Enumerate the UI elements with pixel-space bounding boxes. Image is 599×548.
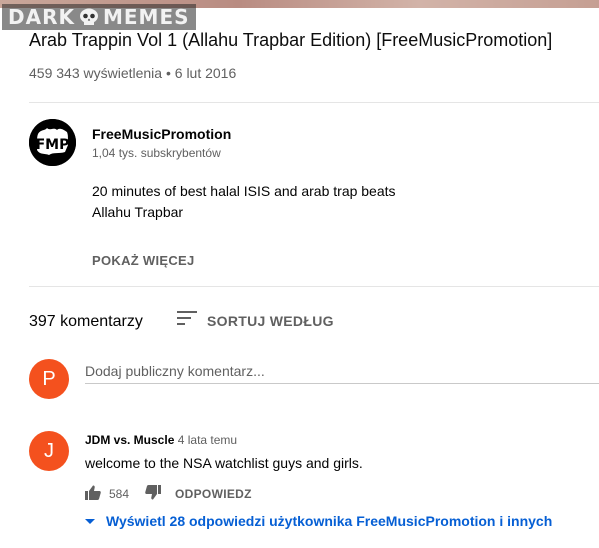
view-replies-label: Wyświetl 28 odpowiedzi użytkownika FreeM…: [106, 513, 553, 529]
divider: [29, 286, 599, 287]
show-more-button[interactable]: POKAŻ WIĘCEJ: [92, 253, 195, 268]
watermark-logo: DARK MEMES: [2, 4, 196, 30]
sort-label: SORTUJ WEDŁUG: [207, 312, 334, 329]
subscriber-count: 1,04 tys. subskrybentów: [92, 146, 221, 160]
video-meta: 459 343 wyświetlenia • 6 lut 2016: [29, 65, 237, 81]
reply-button[interactable]: ODPOWIEDZ: [175, 487, 252, 501]
description-line-2: Allahu Trapbar: [92, 204, 184, 220]
channel-name[interactable]: FreeMusicPromotion: [92, 126, 231, 142]
user-avatar-letter: P: [42, 367, 56, 390]
view-replies-button[interactable]: Wyświetl 28 odpowiedzi użytkownika FreeM…: [84, 513, 552, 529]
like-icon[interactable]: [85, 485, 101, 503]
sort-button[interactable]: SORTUJ WEDŁUG: [177, 310, 334, 331]
comment-author[interactable]: JDM vs. Muscle: [85, 433, 174, 447]
like-count: 584: [109, 487, 130, 501]
video-title: Arab Trappin Vol 1 (Allahu Trapbar Editi…: [29, 30, 553, 50]
channel-avatar[interactable]: FMP: [29, 119, 76, 166]
watermark-right-text: MEMES: [102, 5, 190, 29]
skull-icon: [77, 7, 101, 27]
add-comment-input[interactable]: [85, 359, 599, 384]
description-line-1: 20 minutes of best halal ISIS and arab t…: [92, 183, 396, 199]
user-avatar: P: [29, 359, 69, 399]
svg-text:FMP: FMP: [36, 137, 70, 153]
divider: [29, 102, 599, 103]
caret-down-icon: [84, 513, 106, 529]
comment-actions: 584 ODPOWIEDZ: [85, 485, 252, 503]
commenter-avatar[interactable]: J: [29, 431, 69, 471]
commenter-avatar-letter: J: [44, 439, 54, 462]
sort-icon: [177, 310, 197, 331]
watermark-left-text: DARK: [8, 5, 75, 29]
comment-header: JDM vs. Muscle 4 lata temu: [85, 433, 237, 447]
comment-count: 397 komentarzy: [29, 313, 143, 330]
comment-text: welcome to the NSA watchlist guys and gi…: [85, 455, 363, 471]
comment-time[interactable]: 4 lata temu: [178, 433, 237, 447]
dislike-icon[interactable]: [145, 485, 162, 503]
